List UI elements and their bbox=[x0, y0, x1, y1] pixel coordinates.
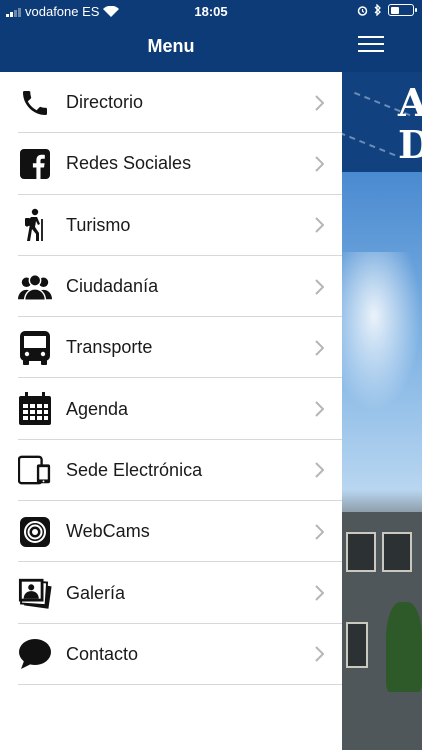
hiker-icon bbox=[18, 208, 52, 242]
menu-item-label: Redes Sociales bbox=[66, 153, 192, 174]
menu-drawer: Menu Directorio Redes Sociales Turismo C… bbox=[0, 0, 342, 750]
background-photo bbox=[342, 172, 422, 750]
battery-icon bbox=[388, 4, 417, 16]
menu-list: Directorio Redes Sociales Turismo Ciudad… bbox=[0, 72, 342, 686]
menu-item-label: Turismo bbox=[66, 214, 131, 235]
menu-item-label: Contacto bbox=[66, 643, 139, 664]
status-bar-right bbox=[357, 4, 417, 16]
menu-item-directorio[interactable]: Directorio bbox=[0, 72, 342, 134]
banner-logo-text: A D bbox=[398, 80, 422, 167]
facebook-icon bbox=[18, 147, 52, 181]
chevron-right-icon bbox=[315, 462, 324, 479]
menu-item-label: Sede Electrónica bbox=[66, 459, 203, 480]
chevron-right-icon bbox=[315, 646, 324, 663]
hamburger-menu-icon[interactable] bbox=[358, 36, 384, 54]
menu-item-label: Directorio bbox=[66, 92, 144, 113]
chevron-right-icon bbox=[315, 340, 324, 356]
background-app-banner: A D bbox=[342, 72, 422, 172]
menu-item-label: Agenda bbox=[66, 398, 129, 419]
background-app: A D bbox=[342, 0, 422, 750]
menu-item-agenda[interactable]: Agenda bbox=[0, 378, 342, 441]
webcam-icon bbox=[18, 515, 52, 549]
chat-bubble-icon bbox=[18, 637, 52, 671]
menu-item-label: Galería bbox=[66, 582, 126, 603]
menu-item-label: Ciudadanía bbox=[66, 276, 159, 297]
menu-item-label: WebCams bbox=[66, 521, 150, 542]
chevron-right-icon bbox=[315, 156, 324, 172]
chevron-right-icon bbox=[315, 524, 324, 540]
status-bar: vodafone ES 18:05 bbox=[0, 0, 422, 24]
menu-item-redes-sociales[interactable]: Redes Sociales bbox=[0, 133, 342, 195]
menu-item-sede-electronica[interactable]: Sede Electrónica bbox=[0, 440, 342, 502]
chevron-right-icon bbox=[315, 94, 324, 111]
bus-icon bbox=[18, 330, 52, 365]
menu-item-label: Transporte bbox=[66, 337, 153, 358]
menu-item-ciudadania[interactable]: Ciudadanía bbox=[0, 256, 342, 318]
menu-item-galeria[interactable]: Galería bbox=[0, 562, 342, 624]
menu-item-turismo[interactable]: Turismo bbox=[0, 195, 342, 257]
chevron-right-icon bbox=[315, 585, 324, 601]
chevron-right-icon bbox=[315, 217, 324, 233]
chevron-right-icon bbox=[315, 401, 324, 417]
menu-item-contacto[interactable]: Contacto bbox=[0, 624, 342, 686]
gallery-icon bbox=[18, 576, 52, 610]
menu-title: Menu bbox=[147, 36, 195, 56]
bluetooth-icon bbox=[374, 4, 381, 16]
people-icon bbox=[18, 270, 52, 304]
menu-item-transporte[interactable]: Transporte bbox=[0, 317, 342, 379]
phone-icon bbox=[18, 86, 52, 120]
menu-item-webcams[interactable]: WebCams bbox=[0, 501, 342, 563]
devices-icon bbox=[18, 453, 52, 487]
alarm-icon bbox=[357, 5, 368, 16]
chevron-right-icon bbox=[315, 278, 324, 295]
calendar-icon bbox=[18, 392, 52, 426]
